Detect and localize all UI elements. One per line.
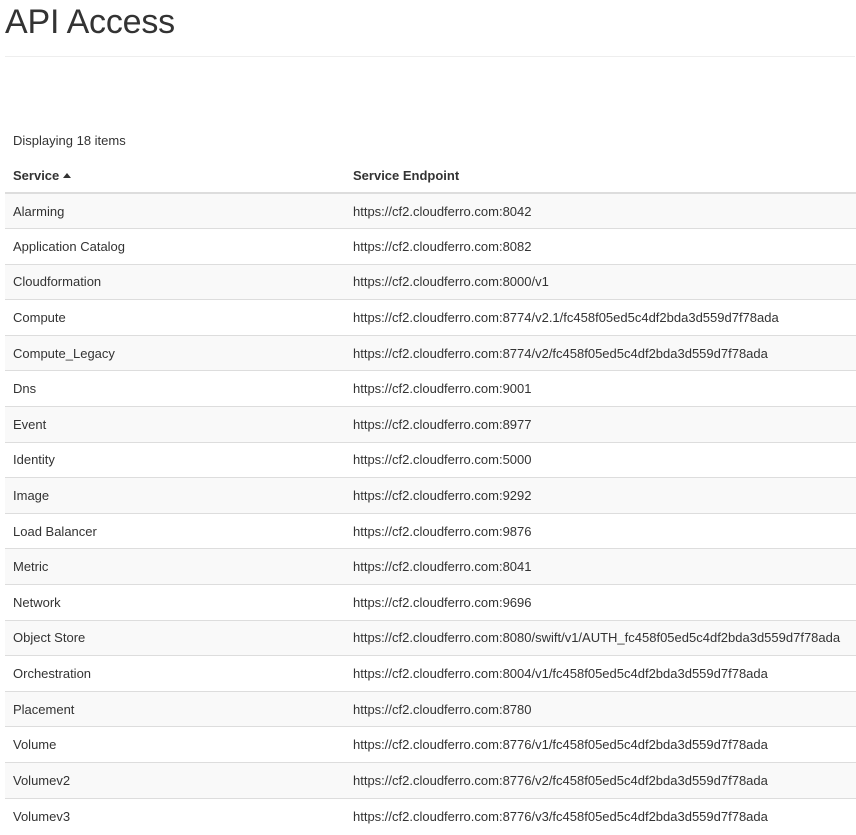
sort-ascending-icon <box>63 172 72 178</box>
service-endpoint-cell: https://cf2.cloudferro.com:8082 <box>345 228 856 265</box>
table-row: Cloudformation https://cf2.cloudferro.com… <box>5 263 856 300</box>
table-row: Application Catalog https://cf2.cloudferr… <box>5 228 856 265</box>
service-name-cell: Orchestration <box>5 655 345 692</box>
service-name-cell: Network <box>5 584 345 621</box>
table-row: Compute_Legacy https://cf2.cloudferro.com… <box>5 334 856 371</box>
table-header: Service Service Endpoint <box>5 158 856 194</box>
service-name-cell: Volumev2 <box>5 762 345 799</box>
api-access-table-wrapper: Displaying 18 items Service Service Endp… <box>5 124 856 834</box>
service-name-cell: Image <box>5 477 345 514</box>
page-header: API Access <box>5 0 855 57</box>
service-name-cell: Volumev3 <box>5 797 345 834</box>
service-name-cell: Placement <box>5 690 345 727</box>
table-row: Placement https://cf2.cloudferro.com:8780 <box>5 690 856 727</box>
service-endpoint-cell: https://cf2.cloudferro.com:8041 <box>345 548 856 585</box>
service-name-cell: Compute <box>5 299 345 336</box>
table-row: Dns https://cf2.cloudferro.com:9001 <box>5 370 856 407</box>
column-header-endpoint-label: Service Endpoint <box>353 167 460 183</box>
service-name-cell: Application Catalog <box>5 228 345 265</box>
table-row: Identity https://cf2.cloudferro.com:5000 <box>5 441 856 478</box>
table-row: Metric https://cf2.cloudferro.com:8041 <box>5 548 856 585</box>
service-endpoint-cell: https://cf2.cloudferro.com:8004/v1/fc458… <box>345 655 856 692</box>
table-row: Orchestration https://cf2.cloudferro.com:… <box>5 655 856 692</box>
service-endpoint-cell: https://cf2.cloudferro.com:8776/v3/fc458… <box>345 797 856 834</box>
table-row: Object Store https://cf2.cloudferro.com:8… <box>5 619 856 656</box>
table-header-row: Service Service Endpoint <box>5 158 856 194</box>
service-name-cell: Alarming <box>5 192 345 229</box>
service-endpoint-cell: https://cf2.cloudferro.com:8780 <box>345 690 856 727</box>
item-count: Displaying 18 items <box>13 133 126 148</box>
service-name-cell: Volume <box>5 726 345 763</box>
service-name-cell: Metric <box>5 548 345 585</box>
table-row: Compute https://cf2.cloudferro.com:8774/v… <box>5 299 856 336</box>
table-row: Volume https://cf2.cloudferro.com:8776/v1… <box>5 726 856 763</box>
service-endpoint-cell: https://cf2.cloudferro.com:8776/v2/fc458… <box>345 762 856 799</box>
service-endpoint-cell: https://cf2.cloudferro.com:8080/swift/v1… <box>345 619 856 656</box>
table-row: Network https://cf2.cloudferro.com:9696 <box>5 584 856 621</box>
api-access-table: Service Service Endpoint Alarming https:/… <box>5 158 856 834</box>
service-endpoint-cell: https://cf2.cloudferro.com:9292 <box>345 477 856 514</box>
service-name-cell: Event <box>5 406 345 443</box>
service-name-cell: Cloudformation <box>5 263 345 300</box>
column-header-endpoint[interactable]: Service Endpoint <box>345 158 856 194</box>
service-endpoint-cell: https://cf2.cloudferro.com:9001 <box>345 370 856 407</box>
service-endpoint-cell: https://cf2.cloudferro.com:8977 <box>345 406 856 443</box>
page-title: API Access <box>5 3 175 41</box>
table-row: Alarming https://cf2.cloudferro.com:8042 <box>5 192 856 229</box>
service-name-cell: Compute_Legacy <box>5 334 345 371</box>
table-row: Load Balancer https://cf2.cloudferro.com:… <box>5 512 856 549</box>
service-endpoint-cell: https://cf2.cloudferro.com:9876 <box>345 512 856 549</box>
service-endpoint-cell: https://cf2.cloudferro.com:8776/v1/fc458… <box>345 726 856 763</box>
table-row: Image https://cf2.cloudferro.com:9292 <box>5 477 856 514</box>
column-header-service[interactable]: Service <box>5 158 345 194</box>
service-name-cell: Load Balancer <box>5 512 345 549</box>
service-name-cell: Object Store <box>5 619 345 656</box>
table-row: Volumev2 https://cf2.cloudferro.com:8776/… <box>5 762 856 799</box>
service-name-cell: Dns <box>5 370 345 407</box>
service-endpoint-cell: https://cf2.cloudferro.com:8042 <box>345 192 856 229</box>
table-row: Volumev3 https://cf2.cloudferro.com:8776/… <box>5 797 856 834</box>
service-endpoint-cell: https://cf2.cloudferro.com:8774/v2/fc458… <box>345 334 856 371</box>
table-body: Alarming https://cf2.cloudferro.com:8042 A… <box>5 192 856 834</box>
table-row: Event https://cf2.cloudferro.com:8977 <box>5 406 856 443</box>
service-endpoint-cell: https://cf2.cloudferro.com:8774/v2.1/fc4… <box>345 299 856 336</box>
service-endpoint-cell: https://cf2.cloudferro.com:8000/v1 <box>345 263 856 300</box>
service-endpoint-cell: https://cf2.cloudferro.com:5000 <box>345 441 856 478</box>
service-name-cell: Identity <box>5 441 345 478</box>
column-header-service-label: Service <box>13 167 60 183</box>
service-endpoint-cell: https://cf2.cloudferro.com:9696 <box>345 584 856 621</box>
